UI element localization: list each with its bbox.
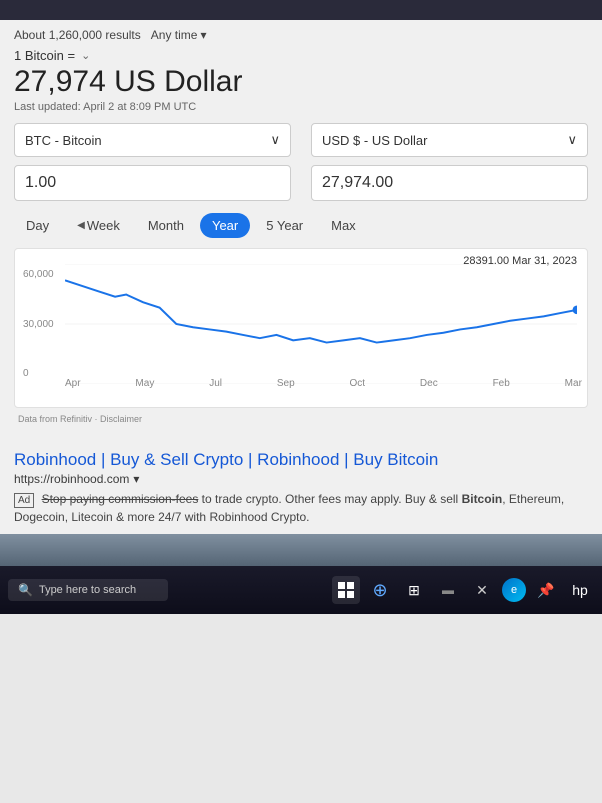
search-input[interactable]: Type here to search [39, 584, 136, 596]
screen: About 1,260,000 results Any time ▾ 1 Bit… [0, 0, 602, 803]
chart-disclaimer: Data from Refinitiv · Disclaimer [14, 414, 588, 424]
x-label-sep: Sep [277, 378, 295, 389]
robinhood-url-row: https://robinhood.com ▾ [14, 472, 588, 486]
hp-logo-icon: hp [566, 576, 594, 604]
time-period-buttons: Day ◀ Week Month Year 5 Year Max [14, 213, 588, 238]
dropdown-arrow-icon: ∨ [270, 132, 280, 148]
chat-icon[interactable]: ▬ [434, 576, 462, 604]
taskbar-icons: ⊕ ⊞ ▬ ✕ e 📌 hp [332, 576, 594, 604]
chart-x-axis: Apr May Jul Sep Oct Dec Feb Mar [65, 378, 582, 389]
five-year-button[interactable]: 5 Year [254, 213, 315, 238]
robinhood-ad: Robinhood | Buy & Sell Crypto | Robinhoo… [0, 442, 602, 534]
x-label-oct: Oct [350, 378, 366, 389]
top-bar [0, 0, 602, 20]
x-label-mar: Mar [565, 378, 582, 389]
pin-icon[interactable]: 📌 [532, 576, 560, 604]
edge-icon[interactable]: e [502, 578, 526, 602]
ad-body-text: Stop paying commission-fees to trade cry… [14, 492, 564, 524]
chart-line-svg [65, 264, 577, 384]
currency-selectors-row: BTC - Bitcoin ∨ USD $ - US Dollar ∨ [14, 123, 588, 157]
windows-icon[interactable] [332, 576, 360, 604]
cortana-icon[interactable]: ⊕ [366, 576, 394, 604]
dropdown-arrow-icon-2: ∨ [567, 132, 577, 148]
taskview-icon[interactable]: ⊞ [400, 576, 428, 604]
chart-y-axis: 60,000 30,000 0 [23, 269, 54, 379]
main-content: About 1,260,000 results Any time ▾ 1 Bit… [0, 20, 602, 442]
y-label-60k: 60,000 [23, 269, 54, 280]
x-label-apr: Apr [65, 378, 81, 389]
currency-inputs-row: 1.00 27,974.00 [14, 165, 588, 201]
bitcoin-price-display: 27,974 US Dollar [14, 65, 588, 99]
price-chart: 28391.00 Mar 31, 2023 60,000 30,000 0 [14, 248, 588, 408]
x-label-may: May [135, 378, 154, 389]
taskbar: 🔍 Type here to search ⊕ ⊞ ▬ ✕ e 📌 hp [0, 566, 602, 614]
taskbar-search[interactable]: 🔍 Type here to search [8, 579, 168, 601]
search-icon: 🔍 [18, 583, 33, 597]
robinhood-ad-text: Ad Stop paying commission-fees to trade … [14, 490, 588, 526]
bitcoin-equals-row: 1 Bitcoin = ⌄ [14, 48, 588, 63]
week-button[interactable]: ◀ Week [65, 213, 132, 238]
month-button[interactable]: Month [136, 213, 196, 238]
x-label-jul: Jul [209, 378, 222, 389]
x-label-feb: Feb [493, 378, 510, 389]
bottom-reflection: 🔍 Type here to search ⊕ ⊞ ▬ ✕ e 📌 hp [0, 534, 602, 614]
x-label-dec: Dec [420, 378, 438, 389]
day-button[interactable]: Day [14, 213, 61, 238]
results-count: About 1,260,000 results [14, 28, 141, 42]
dropdown-url-icon: ▾ [133, 472, 139, 486]
y-label-30k: 30,000 [23, 319, 54, 330]
time-filter-button[interactable]: Any time ▾ [151, 28, 207, 42]
ad-label: Ad [14, 493, 34, 508]
left-arrow-icon: ◀ [77, 220, 85, 231]
robinhood-link[interactable]: Robinhood | Buy & Sell Crypto | Robinhoo… [14, 450, 588, 470]
year-button[interactable]: Year [200, 213, 250, 238]
close-icon[interactable]: ✕ [468, 576, 496, 604]
to-value-input[interactable]: 27,974.00 [311, 165, 588, 201]
from-currency-selector[interactable]: BTC - Bitcoin ∨ [14, 123, 291, 157]
chevron-down-icon: ▾ [200, 28, 206, 42]
to-currency-selector[interactable]: USD $ - US Dollar ∨ [311, 123, 588, 157]
chevron-icon: ⌄ [81, 49, 90, 62]
results-bar: About 1,260,000 results Any time ▾ [14, 28, 588, 42]
y-label-0: 0 [23, 368, 54, 379]
last-updated-text: Last updated: April 2 at 8:09 PM UTC [14, 101, 588, 113]
max-button[interactable]: Max [319, 213, 368, 238]
from-value-input[interactable]: 1.00 [14, 165, 291, 201]
